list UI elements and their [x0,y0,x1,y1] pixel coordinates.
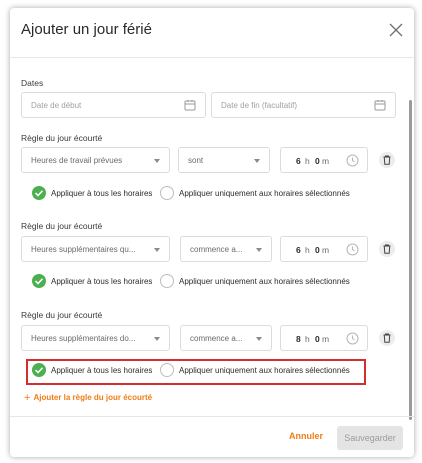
apply-options: Appliquer à tous les horaires Appliquer … [32,186,362,202]
rule-type-value: Heures de travail prévues [31,156,123,165]
apply-all-radio[interactable] [32,186,46,200]
apply-selected-label[interactable]: Appliquer uniquement aux horaires sélect… [179,189,350,198]
end-date-placeholder: Date de fin (facultatif) [221,101,298,110]
chevron-down-icon [154,159,160,163]
hours-unit: h [305,334,310,344]
rule-condition-select[interactable]: commence a... [180,325,272,351]
clock-icon [346,243,359,256]
check-icon [34,278,44,285]
calendar-icon[interactable] [184,99,196,111]
hours-value: 6 [296,245,301,255]
calendar-icon[interactable] [374,99,386,111]
dates-label: Dates [21,78,44,88]
minutes-value: 0 [315,245,320,255]
delete-rule-button[interactable] [379,152,395,168]
hours-unit: h [305,156,310,166]
delete-rule-button[interactable] [379,330,395,346]
scrollbar[interactable] [409,100,412,420]
trash-icon [383,244,391,254]
hours-unit: h [305,245,310,255]
save-button[interactable]: Sauvegarder [337,426,403,450]
rule-type-value: Heures supplémentaires qu... [31,245,136,254]
cancel-button[interactable]: Annuler [289,431,323,441]
duration-input[interactable]: 6 h 0 m [280,236,368,262]
apply-all-radio[interactable] [32,274,46,288]
apply-all-label[interactable]: Appliquer à tous les horaires [51,366,152,375]
trash-icon [383,155,391,165]
duration-input[interactable]: 8 h 0 m [280,325,368,351]
close-button[interactable] [388,22,404,38]
rule-label: Règle du jour écourté [21,310,103,320]
duration-input[interactable]: 6 h 0 m [280,147,368,173]
apply-selected-label[interactable]: Appliquer uniquement aux horaires sélect… [179,277,350,286]
add-rule-label: Ajouter la règle du jour écourté [33,393,153,402]
minutes-unit: m [322,334,330,344]
rule-type-value: Heures supplémentaires do... [31,334,136,343]
minutes-value: 0 [315,334,320,344]
add-holiday-dialog: Ajouter un jour férié Dates Date de débu… [10,8,414,457]
dialog-title: Ajouter un jour férié [21,21,152,38]
apply-selected-radio[interactable] [160,363,174,377]
rule-type-select[interactable]: Heures supplémentaires do... [21,325,170,351]
rule-type-select[interactable]: Heures supplémentaires qu... [21,236,170,262]
check-icon [34,190,44,197]
apply-all-label[interactable]: Appliquer à tous les horaires [51,189,152,198]
chevron-down-icon [154,337,160,341]
rule-label: Règle du jour écourté [21,133,103,143]
minutes-unit: m [322,156,330,166]
apply-selected-radio[interactable] [160,274,174,288]
apply-all-radio[interactable] [32,363,46,377]
chevron-down-icon [256,337,262,341]
end-date-input[interactable]: Date de fin (facultatif) [211,92,396,118]
add-rule-button[interactable]: + Ajouter la règle du jour écourté [24,392,152,404]
minutes-value: 0 [315,156,320,166]
apply-all-label[interactable]: Appliquer à tous les horaires [51,277,152,286]
apply-selected-radio[interactable] [160,186,174,200]
chevron-down-icon [254,159,260,163]
hours-value: 8 [296,334,301,344]
rule-condition-value: sont [188,156,204,165]
rule-type-select[interactable]: Heures de travail prévues [21,147,170,173]
clock-icon [346,154,359,167]
minutes-unit: m [322,245,330,255]
check-icon [34,367,44,374]
close-icon [389,23,403,37]
hours-value: 6 [296,156,301,166]
dialog-header: Ajouter un jour férié [10,8,414,58]
rule-condition-value: commence a... [190,334,243,343]
apply-options: Appliquer à tous les horaires Appliquer … [32,274,362,290]
clock-icon [346,332,359,345]
chevron-down-icon [256,248,262,252]
trash-icon [383,333,391,343]
dialog-footer: Annuler Sauvegarder [10,416,414,457]
start-date-placeholder: Date de début [31,101,82,110]
plus-icon: + [24,392,31,404]
rule-label: Règle du jour écourté [21,221,103,231]
chevron-down-icon [154,248,160,252]
delete-rule-button[interactable] [379,241,395,257]
start-date-input[interactable]: Date de début [21,92,206,118]
rule-condition-value: commence a... [190,245,243,254]
rule-condition-select[interactable]: commence a... [180,236,272,262]
rule-condition-select[interactable]: sont [178,147,270,173]
apply-selected-label[interactable]: Appliquer uniquement aux horaires sélect… [179,366,350,375]
apply-options: Appliquer à tous les horaires Appliquer … [32,363,362,379]
